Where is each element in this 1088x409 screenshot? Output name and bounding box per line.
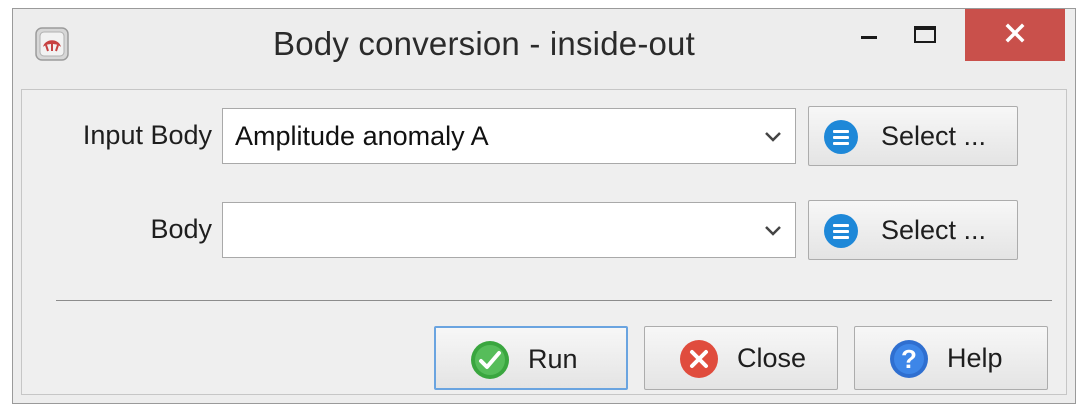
chevron-down-icon <box>765 132 781 142</box>
input-body-label: Input Body <box>82 120 212 150</box>
chevron-down-icon <box>765 226 781 236</box>
body-label: Body <box>150 214 212 244</box>
help-button-label: Help <box>947 343 1003 373</box>
body-select-button[interactable]: Select ... <box>808 200 1018 260</box>
window-close-button[interactable] <box>965 9 1065 61</box>
svg-text:?: ? <box>901 344 917 374</box>
separator <box>56 300 1052 301</box>
x-circle-icon <box>680 340 718 378</box>
minimize-icon <box>861 36 877 39</box>
title-bar[interactable]: Body conversion - inside-out <box>13 9 1075 89</box>
select-button-label: Select ... <box>881 215 987 245</box>
close-button[interactable]: Close <box>644 326 838 390</box>
body-dropdown[interactable] <box>222 202 796 258</box>
run-button-label: Run <box>528 344 578 374</box>
list-icon <box>824 214 858 248</box>
input-body-select-button[interactable]: Select ... <box>808 106 1018 166</box>
list-icon <box>824 120 858 154</box>
checkmark-icon <box>471 341 509 379</box>
dialog-content: Input Body Amplitude anomaly A Select ..… <box>21 89 1067 395</box>
dialog-window: Body conversion - inside-out Input Body … <box>12 8 1076 404</box>
close-button-label: Close <box>737 343 807 373</box>
run-button[interactable]: Run <box>434 326 628 390</box>
help-button[interactable]: ? Help <box>854 326 1048 390</box>
input-body-value: Amplitude anomaly A <box>235 121 489 151</box>
close-icon <box>1005 23 1025 43</box>
input-body-dropdown[interactable]: Amplitude anomaly A <box>222 108 796 164</box>
select-button-label: Select ... <box>881 121 987 151</box>
question-icon: ? <box>890 340 928 378</box>
minimize-button[interactable] <box>833 9 903 61</box>
